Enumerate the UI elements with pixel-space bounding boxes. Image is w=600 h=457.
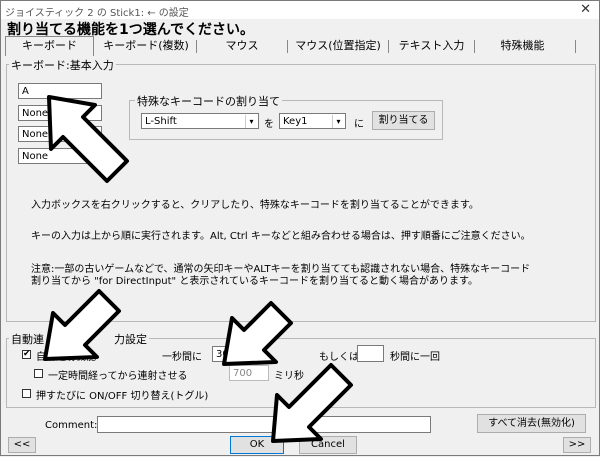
arrow-cursor-icon	[222, 301, 293, 366]
arrow-cursor-icon	[271, 363, 353, 443]
arrow-cursor-icon	[43, 289, 121, 361]
arrow-cursor-icon	[47, 95, 129, 183]
settings-window: ジョイスティック 2 の Stick1: ← の設定 ✕ 割り当てる機能を1つ選…	[0, 0, 600, 456]
annotation-arrows	[43, 95, 353, 443]
